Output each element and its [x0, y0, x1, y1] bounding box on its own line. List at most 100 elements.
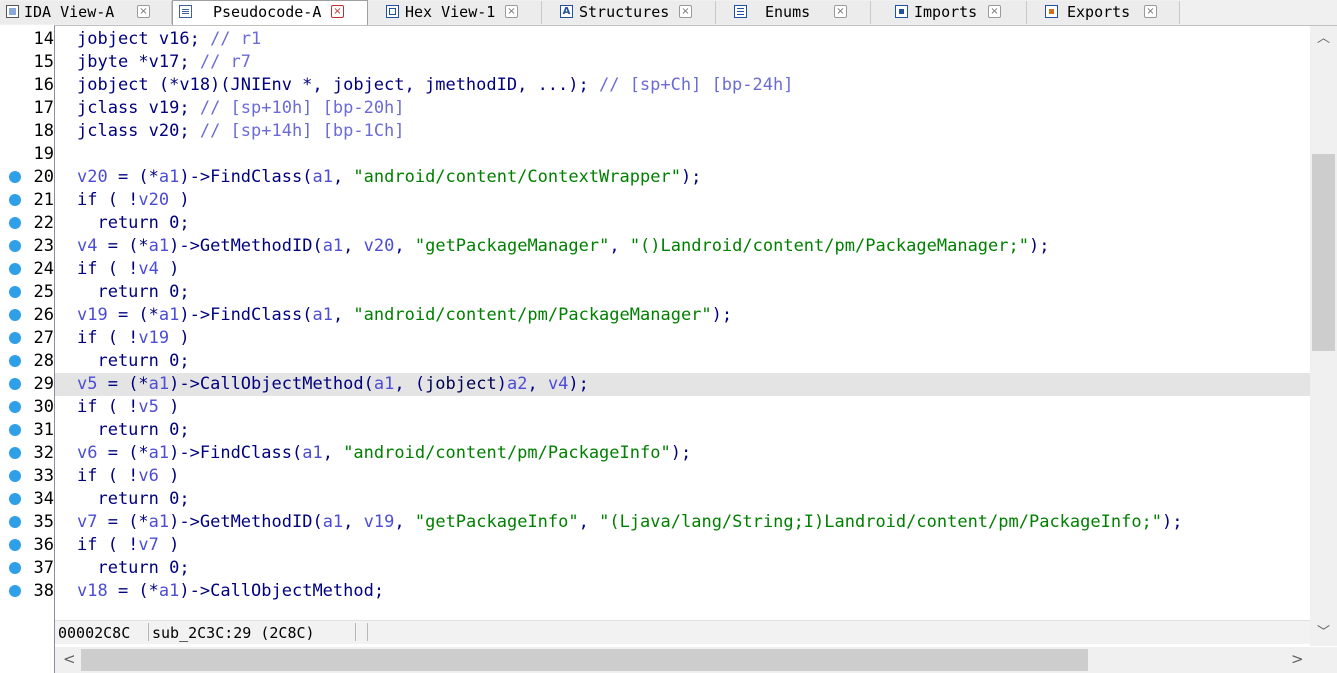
gutter-line: 15: [0, 51, 54, 74]
code-line[interactable]: return 0;: [55, 488, 1310, 511]
code-line-text: if ( !v20 ): [77, 189, 190, 212]
code-line-text: return 0;: [77, 281, 189, 304]
code-line-text: return 0;: [77, 350, 189, 373]
code-token: a1: [158, 305, 180, 325]
code-line[interactable]: v19 = (*a1)->FindClass(a1, "android/cont…: [55, 304, 1310, 327]
code-token: = (*: [107, 167, 159, 187]
code-line[interactable]: if ( !v5 ): [55, 396, 1310, 419]
gutter-line: 28: [0, 350, 54, 373]
code-token: a1: [158, 581, 180, 601]
code-token: );: [1028, 236, 1050, 256]
code-line[interactable]: return 0;: [55, 350, 1310, 373]
pseudocode-icon: [179, 5, 192, 18]
code-token: );: [680, 167, 702, 187]
code-line-text: jbyte *v17; // r7: [77, 51, 251, 74]
code-line[interactable]: jclass v19; // [sp+10h] [bp-20h]: [55, 97, 1310, 120]
tab-exports[interactable]: Exports ×: [1027, 1, 1180, 24]
code-line[interactable]: if ( !v20 ): [55, 189, 1310, 212]
line-number: 34: [33, 489, 54, 509]
code-token: , (: [394, 374, 426, 394]
code-token: // r7: [199, 52, 252, 72]
tab-imports[interactable]: Imports ×: [871, 1, 1027, 24]
code-line[interactable]: v6 = (*a1)->FindClass(a1, "android/conte…: [55, 442, 1310, 465]
gutter-line: 14: [0, 28, 54, 51]
close-icon[interactable]: ×: [679, 5, 692, 18]
scrollbar-corner: [1310, 647, 1337, 673]
code-line[interactable]: if ( !v6 ): [55, 465, 1310, 488]
code-token: "getPackageManager": [414, 236, 610, 256]
code-token: v7: [77, 512, 98, 532]
tab-enums[interactable]: Enums ×: [716, 1, 871, 24]
code-line-text: if ( !v5 ): [77, 396, 179, 419]
code-token: v18: [77, 581, 108, 601]
code-line[interactable]: if ( !v19 ): [55, 327, 1310, 350]
code-line-text: jobject v16; // r1: [77, 28, 261, 51]
gutter-line: 17: [0, 97, 54, 120]
code-token: return 0;: [77, 420, 190, 440]
code-line[interactable]: jobject (*v18)(JNIEnv *, jobject, jmetho…: [55, 74, 1310, 97]
code-token: ): [158, 259, 180, 279]
close-icon[interactable]: ×: [331, 5, 344, 18]
line-number: 36: [33, 535, 54, 555]
tab-structures[interactable]: A Structures ×: [542, 1, 716, 24]
code-line-text: jclass v20; // [sp+14h] [bp-1Ch]: [77, 120, 405, 143]
code-line[interactable]: jbyte *v17; // r7: [55, 51, 1310, 74]
vertical-scrollbar[interactable]: ︿ ﹀: [1310, 26, 1337, 646]
scroll-down-icon[interactable]: ﹀: [1317, 626, 1330, 640]
code-line[interactable]: v4 = (*a1)->GetMethodID(a1, v20, "getPac…: [55, 235, 1310, 258]
code-line[interactable]: v20 = (*a1)->FindClass(a1, "android/cont…: [55, 166, 1310, 189]
horizontal-scroll-thumb[interactable]: [81, 649, 1088, 671]
code-line[interactable]: v18 = (*a1)->CallObjectMethod;: [55, 580, 1310, 603]
tab-pseudocode-a[interactable]: Pseudocode-A ×: [172, 0, 368, 25]
pseudocode-editor[interactable]: jobject v16; // r1 jbyte *v17; // r7 jobje…: [55, 25, 1310, 619]
close-icon[interactable]: ×: [505, 5, 518, 18]
code-token: ,: [322, 443, 344, 463]
code-token: a2: [506, 374, 528, 394]
code-token: a1: [148, 236, 170, 256]
code-token: ,: [527, 374, 548, 394]
code-line[interactable]: return 0;: [55, 557, 1310, 580]
gutter-line: 31: [0, 419, 54, 442]
code-line[interactable]: return 0;: [55, 281, 1310, 304]
gutter-line: 18: [0, 120, 54, 143]
gutter-line: 35: [0, 511, 54, 534]
code-line[interactable]: [55, 143, 1310, 166]
code-token: )->CallObjectMethod;: [179, 581, 385, 601]
code-token: if ( !: [77, 190, 139, 210]
code-line[interactable]: if ( !v7 ): [55, 534, 1310, 557]
code-token: jobject (*v18)(JNIEnv *, jobject, jmetho…: [77, 75, 599, 95]
code-token: v7: [138, 535, 159, 555]
horizontal-scrollbar[interactable]: < >: [55, 647, 1310, 673]
code-line-text: v7 = (*a1)->GetMethodID(a1, v19, "getPac…: [77, 511, 1183, 534]
gutter-line: 23: [0, 235, 54, 258]
close-icon[interactable]: ×: [1144, 5, 1157, 18]
line-number: 26: [33, 305, 54, 325]
status-bar: 00002C8C sub_2C3C:29 (2C8C): [55, 620, 1310, 644]
close-icon[interactable]: ×: [834, 5, 847, 18]
vertical-scroll-thumb[interactable]: [1312, 154, 1335, 351]
code-token: "android/content/ContextWrapper": [353, 167, 681, 187]
code-line[interactable]: v5 = (*a1)->CallObjectMethod(a1, (jobjec…: [55, 373, 1310, 396]
code-line[interactable]: jclass v20; // [sp+14h] [bp-1Ch]: [55, 120, 1310, 143]
code-line[interactable]: return 0;: [55, 212, 1310, 235]
code-line[interactable]: return 0;: [55, 419, 1310, 442]
tab-hex-view-1[interactable]: Hex View-1 ×: [368, 1, 542, 24]
gutter-line: 36: [0, 534, 54, 557]
code-line[interactable]: if ( !v4 ): [55, 258, 1310, 281]
code-token: if ( !: [77, 328, 139, 348]
gutter-line: 16: [0, 74, 54, 97]
code-token: );: [1162, 512, 1183, 532]
line-number: 19: [33, 144, 54, 164]
scroll-left-icon[interactable]: <: [63, 652, 76, 667]
status-separator: [355, 623, 356, 641]
close-icon[interactable]: ×: [988, 5, 1001, 18]
code-token: ,: [343, 236, 364, 256]
line-number: 31: [33, 420, 54, 440]
tab-ida-view-a[interactable]: IDA View-A ×: [0, 1, 172, 24]
scroll-right-icon[interactable]: >: [1291, 652, 1304, 667]
code-line[interactable]: jobject v16; // r1: [55, 28, 1310, 51]
imports-icon: [895, 5, 908, 18]
scroll-up-icon[interactable]: ︿: [1317, 32, 1330, 46]
code-line[interactable]: v7 = (*a1)->GetMethodID(a1, v19, "getPac…: [55, 511, 1310, 534]
close-icon[interactable]: ×: [137, 5, 150, 18]
